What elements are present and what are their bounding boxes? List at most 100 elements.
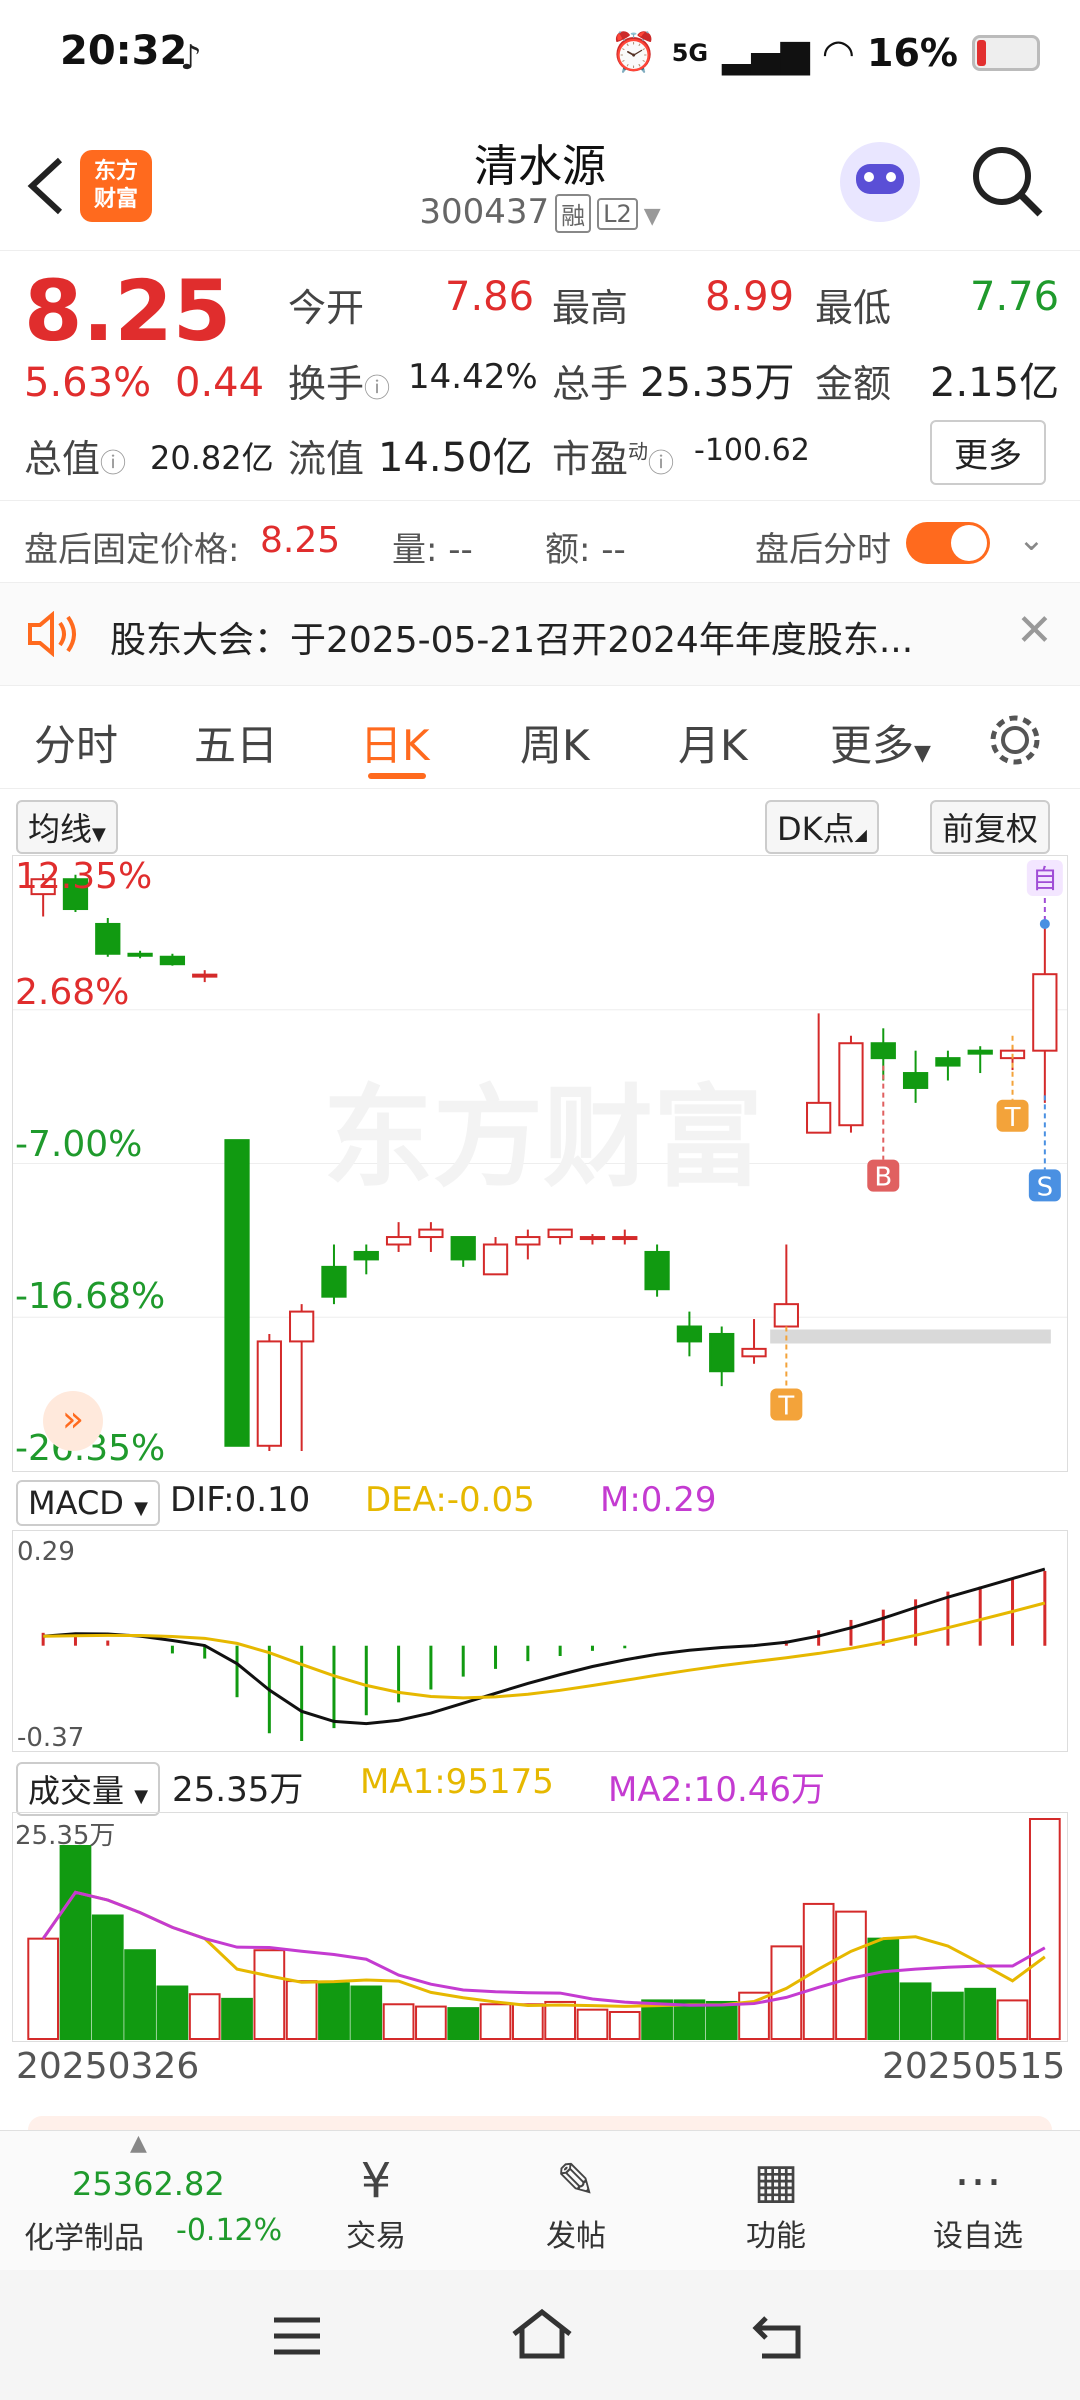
post-button[interactable]: ✎ 发帖: [506, 2151, 646, 2255]
float-value: 14.50亿: [378, 435, 533, 481]
float-label: 流值: [288, 437, 365, 481]
tab-monthly-k[interactable]: 月K: [678, 712, 748, 773]
function-button[interactable]: ▦ 功能: [706, 2151, 846, 2255]
index-value[interactable]: 25362.82: [72, 2165, 225, 2203]
volume-bar: [350, 1985, 383, 2040]
candle-body: [773, 1303, 799, 1328]
amount-value: 2.15亿: [930, 360, 1060, 406]
chevron-up-icon[interactable]: ▲: [130, 2131, 147, 2156]
notice-bar[interactable]: 股东大会：于2025-05-21召开2024年年度股东... ✕: [0, 582, 1080, 686]
settings-gear-icon[interactable]: [985, 710, 1045, 770]
candle-body: [579, 1236, 606, 1241]
high-value: 8.99: [705, 274, 795, 320]
chevron-down-icon[interactable]: ⌄: [1018, 520, 1045, 558]
kline-chart[interactable]: 东方财富 BTTS自 12.35% 2.68% -7.00% -16.68% -…: [12, 855, 1068, 1472]
macd-dif: DIF:0.10: [170, 1480, 311, 1520]
network-label: 5G: [671, 38, 709, 67]
candle-body: [450, 1236, 476, 1261]
volume-bar: [867, 1937, 900, 2040]
tab-more-label: 更多: [830, 721, 915, 770]
dk-point-button[interactable]: DK点◢: [765, 800, 879, 854]
status-icons: ⏰ 5G ▂▄▆ ◠ 16%: [610, 30, 1040, 75]
afterhours-amount: 额: --: [545, 530, 626, 570]
volume-bar: [382, 2003, 415, 2040]
volume-bar: [576, 2008, 609, 2041]
candle-body: [482, 1243, 509, 1276]
index-change[interactable]: -0.12%: [176, 2213, 282, 2248]
turnover-label-text: 换手: [288, 362, 365, 406]
marker-label: T: [1004, 1103, 1021, 1133]
macd-svg: [41, 1567, 1047, 1741]
speaker-icon: [28, 611, 76, 657]
date-start: 20250326: [16, 2046, 200, 2087]
volume-value: 25.35万: [640, 360, 795, 406]
info-icon[interactable]: ⓘ: [364, 374, 390, 404]
active-tab-indicator: [368, 773, 426, 779]
yen-icon: ¥: [360, 2153, 392, 2209]
self-select-label: 自: [1032, 865, 1058, 895]
ma-selector[interactable]: 均线▼: [16, 800, 118, 854]
marker-label: S: [1037, 1172, 1054, 1202]
pe-label: 市盈动ⓘ: [552, 428, 674, 483]
volume-top-label: 25.35万: [15, 1821, 116, 1851]
volume-bar: [511, 2003, 544, 2040]
volume-bar: [27, 1937, 60, 2040]
margin-tag: 融: [555, 194, 592, 233]
info-icon[interactable]: ⓘ: [648, 449, 674, 479]
volume-svg: [27, 1818, 1061, 2041]
volume-bar: [285, 1980, 318, 2041]
back-nav-icon[interactable]: [752, 2310, 808, 2362]
amount-label: 金额: [815, 362, 892, 406]
expand-arrow-icon[interactable]: »: [43, 1391, 103, 1451]
notice-text: 股东大会：于2025-05-21召开2024年年度股东...: [110, 620, 914, 661]
tab-daily-k[interactable]: 日K: [360, 712, 430, 773]
battery-icon: [972, 34, 1040, 71]
index-name[interactable]: 化学制品: [24, 2213, 144, 2257]
alarm-icon: ⏰: [610, 30, 658, 74]
candle-body: [159, 955, 186, 966]
trade-button[interactable]: ¥ 交易: [306, 2151, 446, 2255]
robot-avatar-icon[interactable]: [840, 142, 920, 222]
volume-selector[interactable]: 成交量 ▼: [16, 1762, 161, 1816]
afterhours-volume: 量: --: [392, 530, 473, 570]
candle-body: [224, 1139, 250, 1447]
macd-dea-line: [43, 1601, 1046, 1700]
volume-bar: [59, 1845, 92, 2040]
tab-weekly-k[interactable]: 周K: [520, 712, 590, 773]
candle-body: [838, 1042, 864, 1127]
search-icon[interactable]: [970, 144, 1046, 220]
candle-body: [870, 1042, 896, 1060]
close-icon[interactable]: ✕: [1016, 605, 1053, 656]
macd-chart[interactable]: 0.29 -0.37: [12, 1530, 1068, 1753]
macd-top-label: 0.29: [17, 1537, 75, 1567]
adjust-selector[interactable]: 前复权: [930, 800, 1051, 854]
tab-five-day[interactable]: 五日: [194, 712, 278, 773]
macd-selector[interactable]: MACD ▼: [16, 1480, 160, 1526]
candle-body: [353, 1250, 379, 1261]
more-button[interactable]: 更多: [930, 420, 1046, 485]
menu-icon[interactable]: [270, 2314, 324, 2358]
y-label-3: -7.00%: [15, 1124, 143, 1165]
afterhours-price-label: 盘后固定价格:: [24, 530, 240, 570]
stock-header: 东方 财富 清水源 300437 融 L2 ▼: [0, 120, 1080, 251]
post-label: 发帖: [546, 2219, 606, 2254]
home-icon[interactable]: [510, 2306, 574, 2362]
volume-chart[interactable]: 25.35万: [12, 1812, 1068, 2042]
candle-body: [1032, 973, 1058, 1052]
volume-selector-label: 成交量: [28, 1772, 125, 1810]
volume-bar: [156, 1985, 189, 2040]
info-icon[interactable]: ⓘ: [100, 449, 126, 479]
tab-more[interactable]: 更多▼: [830, 712, 931, 773]
candle-body: [515, 1236, 541, 1246]
volume-bar: [899, 1982, 932, 2040]
signal-icon: ▂▄▆: [722, 30, 810, 75]
volume-bar: [253, 1949, 286, 2040]
candle-body: [806, 1101, 832, 1134]
tab-intraday[interactable]: 分时: [34, 712, 118, 773]
add-watchlist-button[interactable]: ⋯ 设自选: [908, 2151, 1048, 2255]
dropdown-icon[interactable]: ▼: [644, 204, 661, 229]
divider: [0, 788, 1080, 789]
volume-ma2: MA2:10.46万: [608, 1770, 826, 1810]
candle-body: [644, 1250, 670, 1291]
afterhours-toggle[interactable]: [906, 522, 990, 564]
